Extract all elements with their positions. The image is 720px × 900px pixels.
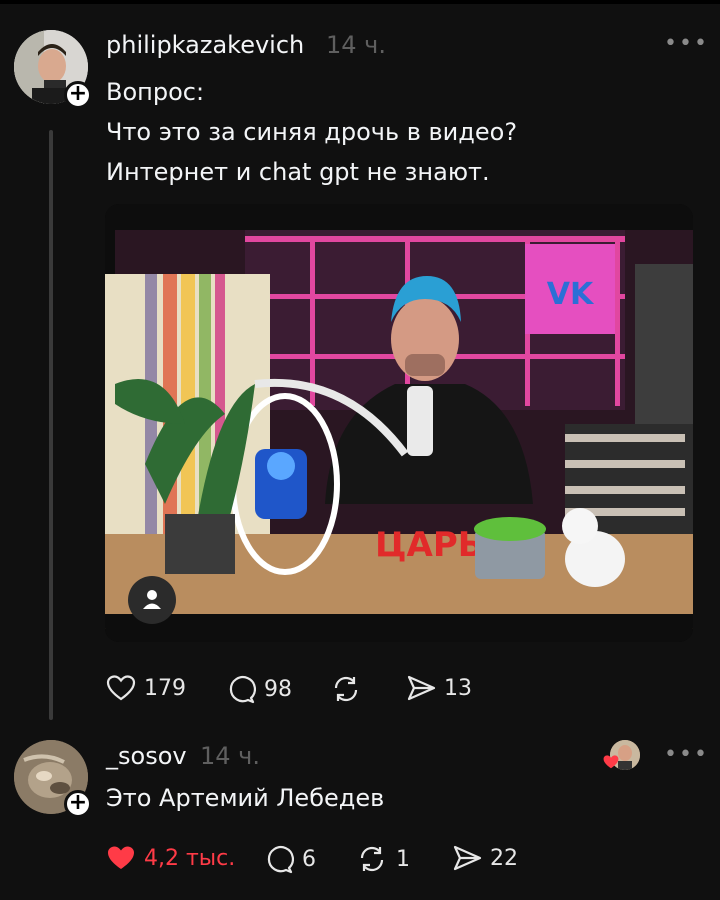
timestamp: 14 ч.: [326, 31, 386, 59]
timestamp: 14 ч.: [200, 742, 260, 770]
heart-icon: [106, 675, 136, 701]
repost-button[interactable]: 1: [356, 844, 410, 874]
share-button[interactable]: 13: [406, 674, 472, 702]
repost-count: 1: [396, 846, 410, 872]
comment-button[interactable]: 98: [226, 674, 292, 704]
comment-icon: [267, 846, 294, 874]
share-count: 22: [490, 845, 518, 871]
like-button[interactable]: 4,2 тыс.: [106, 844, 235, 872]
follow-plus-icon[interactable]: +: [64, 81, 92, 109]
vk-logo: VK: [547, 277, 595, 312]
like-count: 179: [144, 675, 186, 701]
post-line: Вопрос:: [106, 78, 205, 106]
top-border: [0, 0, 720, 4]
like-count: 4,2 тыс.: [144, 845, 236, 871]
desk-sign: ЦАРЬ: [375, 525, 484, 565]
comment-count: 6: [302, 846, 316, 872]
share-count: 13: [444, 675, 472, 701]
video-thumbnail[interactable]: VK ЦАРЬ: [105, 204, 693, 642]
send-icon: [453, 845, 482, 871]
comment-count: 98: [264, 676, 292, 702]
comment-icon: [229, 676, 256, 704]
repost-button[interactable]: [330, 674, 362, 704]
reply-text: Это Артемий Лебедев: [106, 784, 385, 812]
repost-icon: [334, 676, 358, 702]
username[interactable]: _sosov: [106, 742, 187, 770]
username[interactable]: philipkazakevich: [106, 31, 304, 59]
thread-line: [49, 130, 53, 720]
post-line: Что это за синяя дрочь в видео?: [106, 118, 518, 146]
post-line: Интернет и chat gpt не знают.: [106, 158, 490, 186]
comment-button[interactable]: 6: [264, 844, 316, 874]
person-icon[interactable]: [128, 576, 176, 624]
follow-plus-icon[interactable]: +: [64, 790, 92, 818]
send-icon: [407, 675, 436, 701]
post-text: Вопрос: Что это за синяя дрочь в видео? …: [106, 72, 517, 192]
heart-icon: [603, 755, 619, 769]
share-button[interactable]: 22: [452, 844, 518, 872]
repost-icon: [360, 846, 384, 872]
heart-icon: [108, 846, 134, 869]
more-icon[interactable]: •••: [664, 31, 709, 56]
like-button[interactable]: 179: [106, 674, 186, 702]
more-icon[interactable]: •••: [664, 742, 709, 767]
